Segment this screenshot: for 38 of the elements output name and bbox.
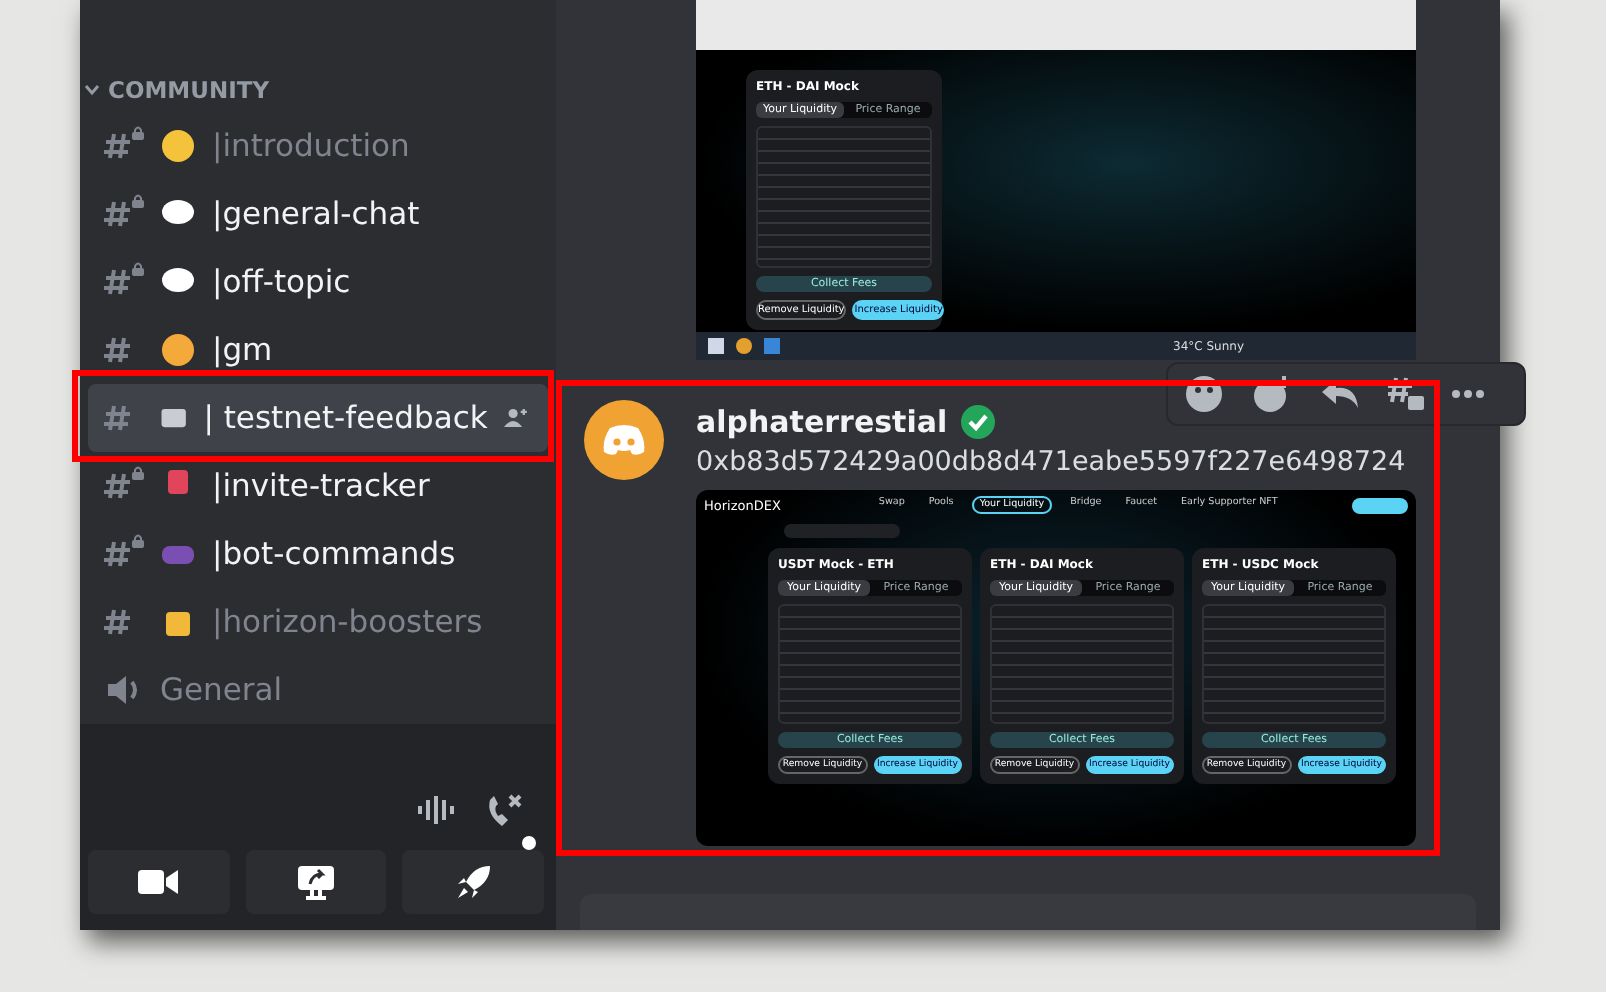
hashtag-icon — [104, 402, 132, 434]
message-input[interactable] — [580, 894, 1476, 930]
hashtag-icon — [104, 130, 132, 162]
more-icon[interactable] — [1452, 390, 1484, 398]
hashtag-icon — [104, 198, 132, 230]
category-header[interactable]: COMMUNITY — [80, 76, 270, 112]
activity-button[interactable] — [402, 850, 545, 914]
video-camera-icon — [138, 868, 179, 896]
screen-share-button[interactable] — [245, 850, 387, 914]
channel-item[interactable]: |gm — [80, 316, 548, 384]
hashtag-icon — [104, 470, 132, 502]
notification-dot — [522, 836, 536, 850]
status-pill — [1352, 497, 1408, 513]
avatar[interactable] — [584, 400, 664, 480]
channel-item[interactable]: |general-chat — [80, 180, 548, 248]
hashtag-icon — [104, 266, 132, 298]
emoji-icon[interactable] — [1184, 374, 1224, 414]
channel-item[interactable]: |horizon-boosters — [80, 588, 548, 656]
username[interactable]: alphaterrestial — [696, 404, 948, 440]
phone-x-icon[interactable] — [484, 794, 524, 830]
soundwave-icon[interactable] — [416, 794, 456, 826]
camera-button[interactable] — [88, 850, 230, 914]
channel-item[interactable]: |bot-commands — [80, 520, 548, 588]
rocket-icon — [453, 862, 494, 902]
search-field[interactable] — [784, 524, 900, 538]
hashtag-icon — [104, 538, 132, 570]
thread-icon[interactable] — [1386, 374, 1426, 414]
channel-item[interactable]: |off-topic — [80, 248, 548, 316]
add-member-icon[interactable] — [503, 404, 528, 432]
channel-item[interactable]: |introduction — [80, 112, 548, 180]
chevron-down-icon[interactable] — [84, 84, 100, 96]
screen-share-icon — [296, 864, 336, 900]
hashtag-icon — [104, 334, 132, 366]
channel-item[interactable]: General — [80, 656, 548, 724]
channel-item[interactable]: |invite-tracker — [80, 452, 548, 520]
hashtag-icon — [104, 606, 132, 638]
channel-item[interactable]: | testnet-feedback — [88, 384, 548, 452]
message-text: 0xb83d572429a00db8d471eabe5597f227e6498724 — [696, 446, 1408, 478]
